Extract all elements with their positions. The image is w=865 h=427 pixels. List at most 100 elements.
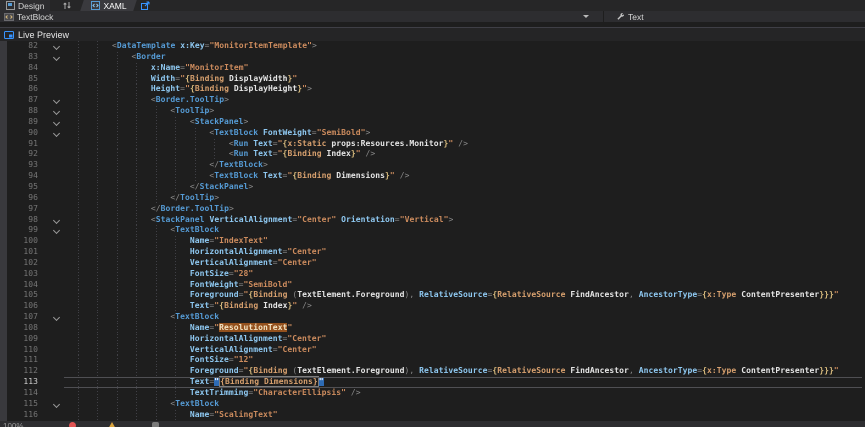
code-text: <Run Text="{Binding Index}" /> <box>64 149 865 160</box>
zoom-level-dropdown[interactable]: 100% <box>3 422 23 427</box>
code-line[interactable]: 88<ToolTip> <box>0 106 865 117</box>
code-line[interactable]: 85Width="{Binding DisplayWidth}" <box>0 74 865 85</box>
fold-margin <box>38 388 64 399</box>
navigation-bar: TextBlock Text <box>0 11 865 22</box>
code-token: Border.ToolTip <box>156 95 224 104</box>
fold-chevron-icon[interactable] <box>53 119 60 126</box>
code-line[interactable]: 87<Border.ToolTip> <box>0 95 865 106</box>
code-line[interactable]: 84x:Name="MonitorItem" <box>0 63 865 74</box>
code-line[interactable]: 110VerticalAlignment="Center" <box>0 345 865 356</box>
code-line[interactable]: 111FontSize="12" <box>0 355 865 366</box>
fold-chevron-icon[interactable] <box>53 216 60 223</box>
code-line[interactable]: 100Name="IndexText" <box>0 236 865 247</box>
code-line[interactable]: 93</TextBlock> <box>0 160 865 171</box>
code-line[interactable]: 113Text="{Binding Dimensions}" <box>0 377 865 388</box>
code-text: FontWeight="SemiBold" <box>64 280 865 291</box>
chevron-down-icon[interactable] <box>583 15 589 18</box>
fold-margin <box>38 301 64 312</box>
code-token: StackPanel <box>195 117 244 126</box>
wrench-icon <box>616 12 625 21</box>
code-token: " <box>287 323 292 332</box>
code-line[interactable]: 91<Run Text="{x:Static props:Resources.M… <box>0 139 865 150</box>
code-line[interactable]: 101HorizontalAlignment="Center" <box>0 247 865 258</box>
fold-chevron-icon[interactable] <box>53 401 60 408</box>
code-line[interactable]: 112Foreground="{Binding (TextElement.For… <box>0 366 865 377</box>
code-token: Text <box>263 171 283 180</box>
code-token: TextTrimming <box>190 388 249 397</box>
code-token: Foreground <box>190 366 239 375</box>
popout-window-button[interactable] <box>138 0 154 11</box>
code-line[interactable]: 86Height="{Binding DisplayHeight}"> <box>0 84 865 95</box>
code-line[interactable]: 102VerticalAlignment="Center" <box>0 258 865 269</box>
fold-chevron-icon[interactable] <box>53 130 60 137</box>
code-line[interactable]: 99<TextBlock <box>0 225 865 236</box>
code-line[interactable]: 116Name="ScalingText" <box>0 410 865 421</box>
code-line[interactable]: 82<DataTemplate x:Key="MonitorItemTempla… <box>0 41 865 52</box>
fold-margin <box>38 247 64 258</box>
live-preview-header[interactable]: Live Preview <box>0 28 865 41</box>
member-name: Text <box>628 12 644 22</box>
line-number: 85 <box>0 74 38 85</box>
messages-icon[interactable] <box>152 422 159 427</box>
code-token: </ <box>151 204 161 213</box>
code-token: Run <box>234 149 249 158</box>
code-token: > <box>448 215 453 224</box>
swap-panes-button[interactable] <box>58 0 76 11</box>
errors-icon[interactable] <box>69 422 76 427</box>
code-line[interactable]: 115<TextBlock <box>0 399 865 410</box>
fold-chevron-icon[interactable] <box>53 97 60 104</box>
code-line[interactable]: 106Text="{Binding Index}" /> <box>0 301 865 312</box>
code-token: > <box>224 95 229 104</box>
fold-chevron-icon[interactable] <box>53 43 60 50</box>
fold-chevron-icon[interactable] <box>53 54 60 61</box>
tab-design[interactable]: Design <box>0 0 50 11</box>
code-line[interactable]: 97 </Border.ToolTip> <box>0 204 865 215</box>
code-token: " <box>319 377 324 386</box>
code-token: DisplayWidth <box>229 74 288 83</box>
code-token: FontWeight <box>263 128 312 137</box>
code-line[interactable]: 98<StackPanel VerticalAlignment="Center"… <box>0 215 865 226</box>
code-token: x:Type <box>707 366 736 375</box>
code-token: ToolTip <box>180 193 214 202</box>
code-token: Index <box>326 149 350 158</box>
code-token: > <box>209 106 214 115</box>
code-token: Dimensions <box>336 171 385 180</box>
code-line[interactable]: 96</ToolTip> <box>0 193 865 204</box>
code-token: Binding <box>224 301 258 310</box>
code-area[interactable]: 82<DataTemplate x:Key="MonitorItemTempla… <box>0 41 865 421</box>
code-line[interactable]: 114TextTrimming="CharacterEllipsis" /> <box>0 388 865 399</box>
line-number: 83 <box>0 52 38 63</box>
code-line[interactable]: 107<TextBlock <box>0 312 865 323</box>
fold-chevron-icon[interactable] <box>53 108 60 115</box>
code-line[interactable]: 105Foreground="{Binding (TextElement.For… <box>0 290 865 301</box>
code-text: Text="{Binding Index}" /> <box>64 301 865 312</box>
code-line[interactable]: 109HorizontalAlignment="Center" <box>0 334 865 345</box>
fold-margin <box>38 410 64 421</box>
fold-chevron-icon[interactable] <box>53 314 60 321</box>
code-text: <TextBlock FontWeight="SemiBold"> <box>64 128 865 139</box>
code-line[interactable]: 92<Run Text="{Binding Index}" /> <box>0 149 865 160</box>
code-line[interactable]: 83<Border <box>0 52 865 63</box>
code-token: "12" <box>234 355 254 364</box>
code-line[interactable]: 108Name="ResolutionText" <box>0 323 865 334</box>
line-number: 97 <box>0 204 38 215</box>
line-number: 113 <box>0 377 38 388</box>
code-token: VerticalAlignment <box>209 215 292 224</box>
code-line[interactable]: 89<StackPanel> <box>0 117 865 128</box>
member-dropdown[interactable]: Text <box>604 12 865 22</box>
warnings-icon[interactable] <box>108 422 116 427</box>
element-dropdown[interactable]: TextBlock <box>0 12 603 22</box>
code-line[interactable]: 95</StackPanel> <box>0 182 865 193</box>
code-line[interactable]: 90<TextBlock FontWeight="SemiBold"> <box>0 128 865 139</box>
fold-chevron-icon[interactable] <box>53 227 60 234</box>
code-text: </Border.ToolTip> <box>64 204 865 215</box>
code-line[interactable]: 103FontSize="28" <box>0 269 865 280</box>
code-token: ToolTip <box>175 106 209 115</box>
code-token: Binding <box>190 74 224 83</box>
tab-xaml[interactable]: XAML <box>86 0 131 11</box>
code-token: RelativeSource <box>419 290 487 299</box>
code-line[interactable]: 104FontWeight="SemiBold" <box>0 280 865 291</box>
code-token: "MonitorItemTemplate" <box>210 41 312 50</box>
code-text: <TextBlock <box>64 312 865 323</box>
code-line[interactable]: 94<TextBlock Text="{Binding Dimensions}"… <box>0 171 865 182</box>
